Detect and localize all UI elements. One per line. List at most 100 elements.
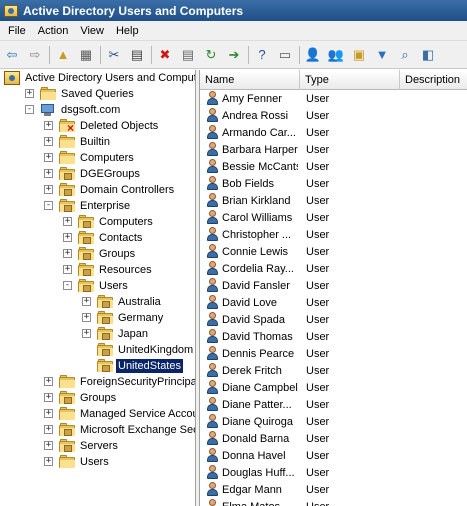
tree-node[interactable]: + Builtin: [0, 134, 195, 150]
properties-button[interactable]: ▤: [178, 45, 198, 65]
list-item[interactable]: David Fansler User: [200, 277, 467, 294]
menu-action[interactable]: Action: [32, 25, 75, 37]
list-item[interactable]: Connie Lewis User: [200, 243, 467, 260]
list-item[interactable]: Donna Havel User: [200, 447, 467, 464]
list-item[interactable]: David Thomas User: [200, 328, 467, 345]
cut-button[interactable]: ✂: [104, 45, 124, 65]
expand-icon[interactable]: +: [82, 329, 91, 338]
tree-node[interactable]: + Microsoft Exchange Securit: [0, 422, 195, 438]
list-item[interactable]: Douglas Huff... User: [200, 464, 467, 481]
tree-node[interactable]: + Germany: [0, 310, 195, 326]
expand-icon[interactable]: +: [63, 233, 72, 242]
list-item[interactable]: Andrea Rossi User: [200, 107, 467, 124]
list-item[interactable]: Elma Matos User: [200, 498, 467, 506]
list-item[interactable]: Derek Fritch User: [200, 362, 467, 379]
list-item[interactable]: Donald Barna User: [200, 430, 467, 447]
expand-icon[interactable]: +: [44, 137, 53, 146]
tree-node[interactable]: + Groups: [0, 246, 195, 262]
expand-icon[interactable]: +: [44, 121, 53, 130]
menu-file[interactable]: File: [2, 25, 32, 37]
view-button[interactable]: ▭: [275, 45, 295, 65]
list-item[interactable]: David Love User: [200, 294, 467, 311]
list-item[interactable]: Cordelia Ray... User: [200, 260, 467, 277]
tree-node[interactable]: + Saved Queries: [0, 86, 195, 102]
expand-icon[interactable]: +: [25, 89, 34, 98]
organizational-unit-icon: [97, 327, 113, 340]
tree-node[interactable]: + Contacts: [0, 230, 195, 246]
new-ou-button[interactable]: ▣: [349, 45, 369, 65]
list-item[interactable]: Diane Patter... User: [200, 396, 467, 413]
expand-icon[interactable]: +: [44, 153, 53, 162]
up-folder-button[interactable]: ▲: [53, 45, 73, 65]
list-item[interactable]: Diane Quiroga User: [200, 413, 467, 430]
expand-icon[interactable]: +: [44, 425, 53, 434]
help-button[interactable]: ?: [252, 45, 272, 65]
expand-icon[interactable]: +: [82, 297, 91, 306]
list-item[interactable]: Brian Kirkland User: [200, 192, 467, 209]
tree-node[interactable]: UnitedStates: [0, 358, 195, 374]
tree-node[interactable]: + Computers: [0, 214, 195, 230]
list-item[interactable]: Armando Car... User: [200, 124, 467, 141]
collapse-icon[interactable]: -: [44, 201, 53, 210]
expand-icon[interactable]: +: [63, 249, 72, 258]
tree-node[interactable]: + Computers: [0, 150, 195, 166]
expand-icon[interactable]: +: [82, 313, 91, 322]
find-button[interactable]: ⌕: [395, 45, 415, 65]
column-header-type[interactable]: Type: [300, 70, 400, 90]
expand-icon[interactable]: +: [63, 217, 72, 226]
tree-node[interactable]: + ForeignSecurityPrincipals: [0, 374, 195, 390]
menu-help[interactable]: Help: [110, 25, 145, 37]
tree-node[interactable]: + Managed Service Accounts: [0, 406, 195, 422]
new-group-button[interactable]: 👥: [326, 45, 346, 65]
expand-icon[interactable]: +: [44, 457, 53, 466]
tree-node[interactable]: Active Directory Users and Comput: [0, 70, 195, 86]
tree-node[interactable]: + Japan: [0, 326, 195, 342]
expand-icon[interactable]: +: [63, 265, 72, 274]
new-user-button[interactable]: 👤: [303, 45, 323, 65]
filter-button[interactable]: ▼: [372, 45, 392, 65]
add-to-group-button[interactable]: ◧: [418, 45, 438, 65]
tree-node[interactable]: + Users: [0, 454, 195, 470]
refresh-button[interactable]: ↻: [201, 45, 221, 65]
expand-icon[interactable]: +: [44, 409, 53, 418]
column-header-name[interactable]: Name: [200, 70, 300, 90]
list-item[interactable]: Amy Fenner User: [200, 90, 467, 107]
object-type: User: [306, 194, 330, 207]
organizational-unit-icon: [59, 167, 75, 180]
tree-node[interactable]: + Resources: [0, 262, 195, 278]
tree-node[interactable]: - Enterprise: [0, 198, 195, 214]
forward-arrow-button[interactable]: ⇨: [25, 45, 45, 65]
expand-icon[interactable]: +: [44, 185, 53, 194]
tree-node[interactable]: + DGEGroups: [0, 166, 195, 182]
list-item[interactable]: Edgar Mann User: [200, 481, 467, 498]
list-item[interactable]: Barbara Harper User: [200, 141, 467, 158]
back-arrow-button[interactable]: ⇦: [2, 45, 22, 65]
list-item[interactable]: Carol Williams User: [200, 209, 467, 226]
list-item[interactable]: David Spada User: [200, 311, 467, 328]
expand-icon[interactable]: +: [44, 441, 53, 450]
show-hide-tree-button[interactable]: ▦: [76, 45, 96, 65]
export-list-button[interactable]: ➔: [224, 45, 244, 65]
collapse-icon[interactable]: -: [25, 105, 34, 114]
list-item[interactable]: Dennis Pearce User: [200, 345, 467, 362]
tree-node[interactable]: + Domain Controllers: [0, 182, 195, 198]
expand-icon[interactable]: +: [44, 377, 53, 386]
tree-node[interactable]: + Servers: [0, 438, 195, 454]
collapse-icon[interactable]: -: [63, 281, 72, 290]
list-item[interactable]: Diane Campbell User: [200, 379, 467, 396]
list-item[interactable]: Christopher ... User: [200, 226, 467, 243]
list-item[interactable]: Bob Fields User: [200, 175, 467, 192]
tree-node[interactable]: - dsgsoft.com: [0, 102, 195, 118]
list-item[interactable]: Bessie McCants User: [200, 158, 467, 175]
delete-button[interactable]: ✖: [155, 45, 175, 65]
copy-button[interactable]: ▤: [127, 45, 147, 65]
tree-node[interactable]: UnitedKingdom: [0, 342, 195, 358]
expand-icon[interactable]: +: [44, 169, 53, 178]
tree-node[interactable]: - Users: [0, 278, 195, 294]
menu-view[interactable]: View: [74, 25, 110, 37]
expand-icon[interactable]: +: [44, 393, 53, 402]
tree-node[interactable]: + Deleted Objects: [0, 118, 195, 134]
tree-node[interactable]: + Australia: [0, 294, 195, 310]
tree-node[interactable]: + Groups: [0, 390, 195, 406]
column-header-description[interactable]: Description: [400, 70, 467, 90]
